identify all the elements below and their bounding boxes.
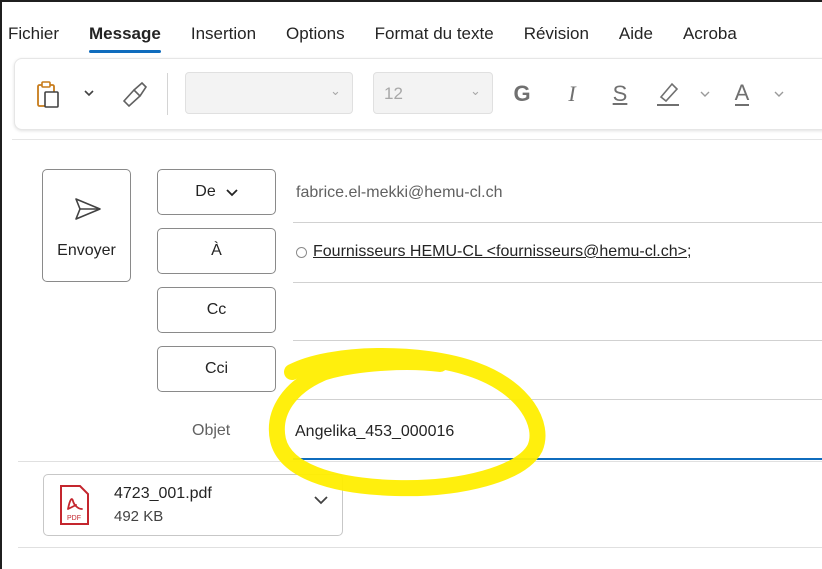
cc-button-label: Cc [206,301,227,318]
recipient-separator: ; [687,243,692,260]
to-field-underline [293,282,822,283]
bcc-button[interactable]: Cci [157,346,276,392]
attachment-size: 492 KB [114,508,164,525]
bold-glyph: G [513,81,531,106]
cc-field[interactable] [293,290,822,334]
italic-button[interactable]: I [557,75,587,113]
chevron-down-icon [84,90,94,97]
toolbar-separator [167,73,168,115]
to-button[interactable]: À [157,228,276,274]
send-button[interactable]: Envoyer [42,169,131,282]
tab-format-du-texte[interactable]: Format du texte [375,12,494,44]
font-color-glyph: A [734,80,750,106]
bcc-button-label: Cci [204,360,229,377]
from-field-underline [293,222,822,223]
from-button[interactable]: De [157,169,276,215]
send-label: Envoyer [57,242,116,259]
bcc-field[interactable] [293,349,822,393]
body-divider [18,547,822,548]
send-icon [75,198,101,220]
tab-message[interactable]: Message [89,12,161,53]
tab-revision[interactable]: Révision [524,12,589,44]
chevron-down-icon: ⌄ [470,83,481,98]
bcc-field-underline [293,399,822,400]
tab-acrobat[interactable]: Acroba [683,12,737,44]
format-painter-button[interactable] [117,77,151,111]
clipboard-icon [37,81,59,108]
tab-aide[interactable]: Aide [619,12,653,44]
chevron-down-icon [700,91,710,97]
font-size-value: 12 [384,84,403,103]
tab-fichier[interactable]: Fichier [8,12,59,44]
font-color-dropdown[interactable] [771,81,787,107]
italic-glyph: I [568,81,576,106]
attachment-name: 4723_001.pdf [114,485,212,502]
pdf-file-icon: PDF [60,485,89,525]
ribbon-toolbar: ⌄ 12 ⌄ G I S A [14,58,822,130]
to-recipient-chip[interactable]: Fournisseurs HEMU-CL <fournisseurs@hemu-… [296,243,691,261]
subject-field[interactable] [293,412,822,452]
subject-label: Objet [192,422,231,439]
ribbon-tabs: Fichier Message Insertion Options Format… [8,12,767,53]
highlighter-icon [657,82,679,106]
format-painter-icon [122,81,148,107]
underline-glyph: S [612,81,628,106]
chevron-down-icon[interactable] [314,495,328,505]
paste-button[interactable] [33,77,63,111]
attachment-card[interactable]: PDF 4723_001.pdf 492 KB [43,474,343,536]
chevron-down-icon: ⌄ [330,83,341,98]
tab-options[interactable]: Options [286,12,345,44]
underline-button[interactable]: S [605,75,635,113]
font-name-select[interactable]: ⌄ [185,72,353,114]
cc-button[interactable]: Cc [157,287,276,333]
highlight-dropdown[interactable] [697,81,713,107]
header-divider [18,461,822,462]
to-button-label: À [211,242,222,259]
font-color-button[interactable]: A [727,75,757,113]
cc-field-underline [293,340,822,341]
tab-insertion[interactable]: Insertion [191,12,256,44]
from-button-label: De [195,183,216,200]
presence-status-icon [296,246,307,258]
pdf-badge: PDF [67,515,81,522]
from-address: fabrice.el-mekki@hemu-cl.ch [296,184,503,201]
paste-options-dropdown[interactable] [81,81,97,105]
chevron-down-icon [226,188,238,196]
highlight-button[interactable] [651,75,685,113]
chevron-down-icon [774,91,784,97]
to-recipient-address: Fournisseurs HEMU-CL <fournisseurs@hemu-… [313,243,687,260]
subject-field-underline [293,458,822,460]
bold-button[interactable]: G [507,75,537,113]
font-size-select[interactable]: 12 ⌄ [373,72,493,114]
